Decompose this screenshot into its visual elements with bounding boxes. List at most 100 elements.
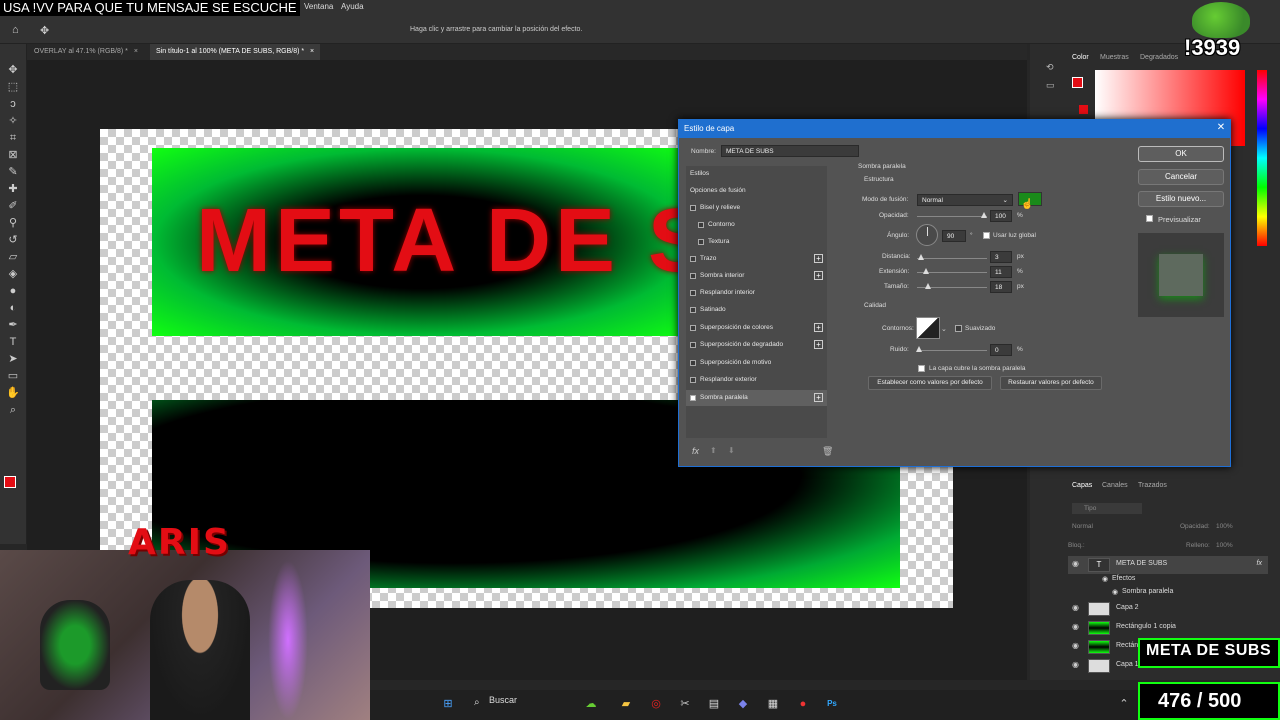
type-icon[interactable]: T xyxy=(6,336,20,348)
knockout-checkbox[interactable] xyxy=(918,365,925,372)
app-icon[interactable]: ✂ xyxy=(678,697,692,711)
eyedropper-icon[interactable]: ✎ xyxy=(6,166,20,178)
menu-ventana[interactable]: Ventana xyxy=(304,2,333,11)
eraser-icon[interactable]: ▱ xyxy=(6,251,20,263)
store-icon[interactable]: ▦ xyxy=(766,697,780,711)
comment-icon[interactable]: ▭ xyxy=(1046,80,1055,91)
opacity-value[interactable]: 100 xyxy=(990,210,1012,222)
tab-muestras[interactable]: Muestras xyxy=(1100,54,1129,61)
tab-overlay[interactable]: OVERLAY al 47.1% (RGB/8) * × xyxy=(28,44,144,60)
style-checkbox-checked[interactable] xyxy=(690,395,696,401)
panel-foreground-swatch[interactable] xyxy=(1072,77,1083,88)
style-checkbox[interactable] xyxy=(690,377,696,383)
windows-start-icon[interactable]: ⊞ xyxy=(441,697,455,711)
tab-trazados[interactable]: Trazados xyxy=(1138,482,1167,489)
layer-opacity-value[interactable]: 100% xyxy=(1216,523,1233,530)
opacity-slider[interactable] xyxy=(917,216,987,217)
distance-slider-knob[interactable] xyxy=(918,254,924,260)
antialias-checkbox[interactable] xyxy=(955,325,962,332)
style-outer-glow[interactable]: Resplandor exterior xyxy=(686,372,827,388)
history-icon[interactable]: ⟲ xyxy=(1046,62,1054,73)
rectangle-icon[interactable]: ▭ xyxy=(6,370,20,382)
history-brush-icon[interactable]: ↺ xyxy=(6,234,20,246)
style-pattern-overlay[interactable]: Superposición de motivo xyxy=(686,355,827,371)
lasso-icon[interactable]: ↄ xyxy=(6,98,20,110)
eye-icon[interactable]: ◉ xyxy=(1072,559,1079,568)
layer-row[interactable]: ◉ Rectángulo 1 copia xyxy=(1068,619,1268,637)
style-checkbox[interactable] xyxy=(698,239,704,245)
add-style-icon[interactable]: + xyxy=(814,393,823,402)
blur-icon[interactable]: ● xyxy=(6,285,20,297)
fx-icon[interactable]: fx xyxy=(1257,560,1262,567)
move-down-icon[interactable]: ⬇ xyxy=(728,446,735,455)
add-style-icon[interactable]: + xyxy=(814,254,823,263)
tray-chevron-icon[interactable]: ⌃ xyxy=(1117,697,1131,711)
style-satin[interactable]: Satinado xyxy=(686,302,827,318)
style-inner-glow[interactable]: Resplandor interior xyxy=(686,285,827,301)
layer-filter-input[interactable]: Tipo xyxy=(1072,503,1142,514)
preview-checkbox[interactable] xyxy=(1146,215,1153,222)
foreground-color-swatch[interactable] xyxy=(4,476,16,488)
photoshop-icon[interactable]: Ps xyxy=(825,697,839,711)
teams-icon[interactable]: ◆ xyxy=(736,697,750,711)
style-inner-shadow[interactable]: Sombra interior + xyxy=(686,268,827,284)
style-gradient-overlay[interactable]: Superposición de degradado + xyxy=(686,337,827,353)
tab-degradados[interactable]: Degradados xyxy=(1140,54,1178,61)
layer-row[interactable]: ◉ Capa 2 xyxy=(1068,600,1268,618)
eye-icon[interactable]: ◉ xyxy=(1072,641,1079,650)
close-icon[interactable]: × xyxy=(134,48,138,55)
path-select-icon[interactable]: ➤ xyxy=(6,353,20,365)
zoom-icon[interactable]: ⌕ xyxy=(6,404,20,416)
marquee-icon[interactable]: ⬚ xyxy=(6,81,20,93)
healing-icon[interactable]: ✚ xyxy=(6,183,20,195)
style-drop-shadow[interactable]: Sombra paralela + xyxy=(686,390,827,406)
blend-options-item[interactable]: Opciones de fusión xyxy=(686,183,827,199)
style-checkbox[interactable] xyxy=(690,273,696,279)
distance-slider[interactable] xyxy=(917,258,987,259)
eye-icon[interactable]: ◉ xyxy=(1072,660,1079,669)
eye-icon[interactable]: ◉ xyxy=(1112,588,1118,596)
style-texture[interactable]: Textura xyxy=(686,234,827,250)
size-slider-knob[interactable] xyxy=(925,283,931,289)
dodge-icon[interactable]: ◐ xyxy=(6,302,20,314)
move-tool-icon[interactable]: ✥ xyxy=(40,24,49,37)
frame-icon[interactable]: ⊠ xyxy=(6,149,20,161)
weather-icon[interactable]: ☁ xyxy=(584,697,598,711)
hand-icon[interactable]: ✋ xyxy=(6,387,20,399)
opacity-slider-knob[interactable] xyxy=(981,212,987,218)
add-style-icon[interactable]: + xyxy=(814,323,823,332)
style-checkbox[interactable] xyxy=(690,205,696,211)
tab-canales[interactable]: Canales xyxy=(1102,482,1128,489)
blend-mode-select[interactable]: Normal ⌄ xyxy=(917,194,1013,206)
calendar-icon[interactable]: ▤ xyxy=(707,697,721,711)
folder-icon[interactable]: ▰ xyxy=(619,697,633,711)
close-icon[interactable]: × xyxy=(310,48,314,55)
tab-capas[interactable]: Capas xyxy=(1072,482,1092,489)
style-color-overlay[interactable]: Superposición de colores + xyxy=(686,320,827,336)
eye-icon[interactable]: ◉ xyxy=(1072,603,1079,612)
style-checkbox[interactable] xyxy=(690,360,696,366)
noise-slider[interactable] xyxy=(917,350,987,351)
add-style-icon[interactable]: + xyxy=(814,271,823,280)
layer-effect-item[interactable]: ◉ Sombra paralela xyxy=(1068,586,1268,599)
cancel-button[interactable]: Cancelar xyxy=(1138,169,1224,185)
search-icon[interactable]: ⌕ xyxy=(474,697,480,708)
size-value[interactable]: 18 xyxy=(990,281,1012,293)
notification-icon[interactable]: ● xyxy=(796,697,810,711)
trash-icon[interactable]: 🗑 xyxy=(822,446,833,457)
spread-slider-knob[interactable] xyxy=(923,268,929,274)
stamp-icon[interactable]: ⚲ xyxy=(6,217,20,229)
layer-row[interactable]: ◉ T META DE SUBS fx xyxy=(1068,556,1268,574)
noise-value[interactable]: 0 xyxy=(990,344,1012,356)
layer-effects-row[interactable]: ◉ Efectos xyxy=(1068,573,1268,586)
tab-sin-titulo[interactable]: Sin título-1 al 100% (META DE SUBS, RGB/… xyxy=(150,44,321,60)
style-bevel[interactable]: Bisel y relieve xyxy=(686,200,827,216)
style-checkbox[interactable] xyxy=(690,325,696,331)
close-icon[interactable]: ✕ xyxy=(1214,121,1228,135)
name-input[interactable]: META DE SUBS xyxy=(721,145,859,157)
pen-icon[interactable]: ✒ xyxy=(6,319,20,331)
spread-value[interactable]: 11 xyxy=(990,266,1012,278)
angle-dial[interactable] xyxy=(916,224,938,246)
angle-value[interactable]: 90 xyxy=(942,230,966,242)
brush-icon[interactable]: ✐ xyxy=(6,200,20,212)
